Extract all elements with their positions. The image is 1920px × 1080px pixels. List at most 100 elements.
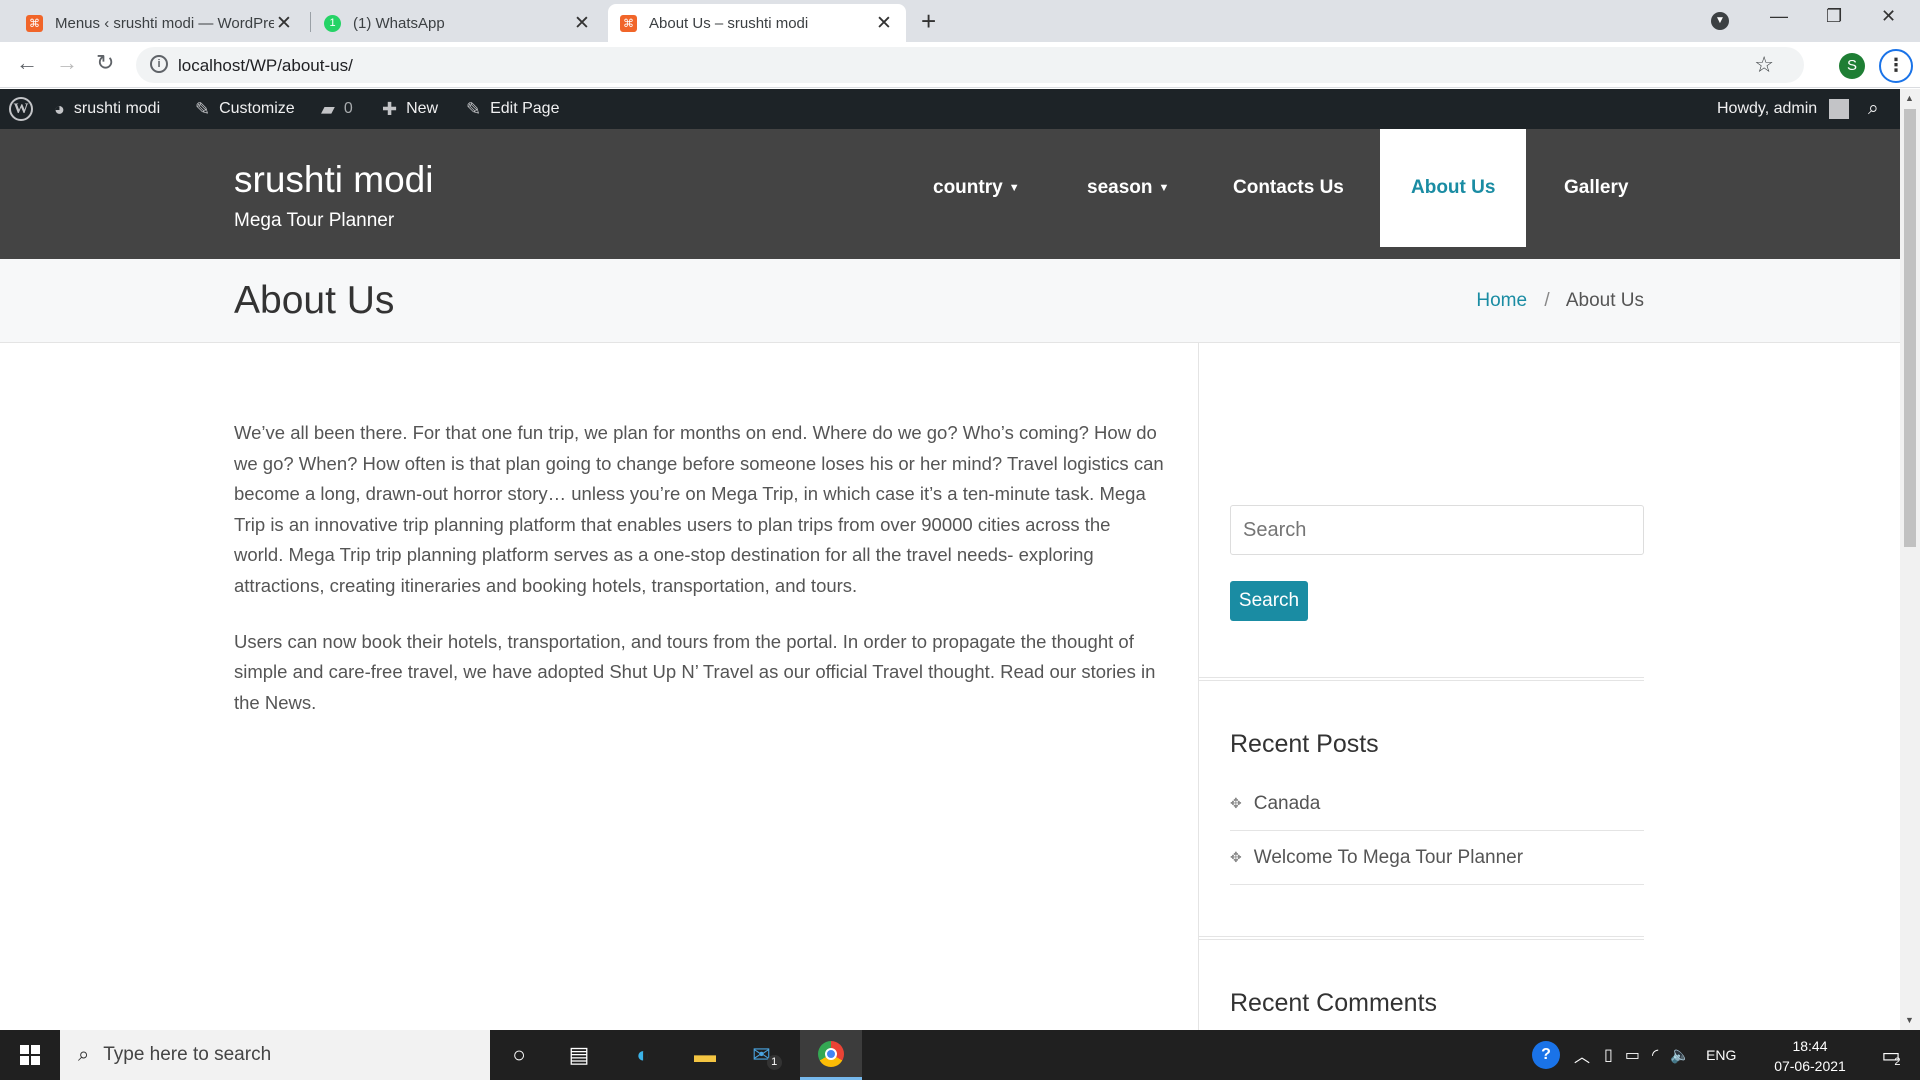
notifications-icon[interactable]: ▭ 2 <box>1862 1030 1920 1080</box>
battery-icon[interactable]: ▭ <box>1625 1045 1640 1065</box>
recent-posts-title: Recent Posts <box>1230 730 1379 758</box>
back-arrow-icon[interactable]: ← <box>16 50 38 76</box>
howdy-label: Howdy, admin <box>1717 100 1818 117</box>
menu-item-label: Gallery <box>1564 177 1629 198</box>
breadcrumb-home-link[interactable]: Home <box>1476 290 1527 311</box>
profile-avatar[interactable]: S <box>1839 53 1865 79</box>
taskbar-search-box[interactable]: ⌕ Type here to search <box>60 1030 490 1080</box>
pencil-icon: ✎ <box>466 98 482 119</box>
clock-date: 07-06-2021 <box>1774 1058 1846 1074</box>
windows-taskbar: ⌕ Type here to search ○ ▤ ◐ ▬ ✉ 1 ? ︿ ▯ ▭… <box>0 1030 1920 1080</box>
recent-post-item[interactable]: ✥ Canada <box>1230 777 1644 831</box>
wifi-icon[interactable]: ◜ <box>1652 1045 1658 1065</box>
taskbar-clock[interactable]: 18:44 07-06-2021 <box>1762 1036 1858 1076</box>
taskbar-search-placeholder: Type here to search <box>103 1044 272 1065</box>
forward-arrow-icon[interactable]: → <box>56 50 78 76</box>
tab-whatsapp[interactable]: 1 (1) WhatsApp ✕ <box>312 4 604 42</box>
page-scrollbar[interactable]: ▲ ▼ <box>1900 89 1920 1030</box>
menu-item-gallery[interactable]: Gallery <box>1564 129 1628 247</box>
tab-divider <box>310 12 311 32</box>
content-paragraph: We’ve all been there. For that one fun t… <box>234 422 1164 596</box>
device-icon[interactable]: ▯ <box>1604 1045 1613 1065</box>
edge-browser-icon[interactable]: ◐ <box>614 1030 672 1080</box>
address-bar[interactable]: i localhost/WP/about-us/ ☆ <box>136 47 1804 83</box>
scroll-up-arrow-icon[interactable]: ▲ <box>1905 93 1914 103</box>
site-title[interactable]: srushti modi <box>234 159 433 201</box>
admin-search-icon[interactable]: ⌕ <box>1868 89 1879 129</box>
recent-post-link[interactable]: Welcome To Mega Tour Planner <box>1254 847 1523 869</box>
wp-admin-bar: W ◕ srushti modi ✎ Customize ▰ 0 ✚ New ✎… <box>0 89 1900 129</box>
admin-customize[interactable]: ✎ Customize <box>195 89 295 129</box>
admin-account[interactable]: Howdy, admin <box>1717 89 1850 129</box>
menu-item-about-us[interactable]: About Us <box>1380 129 1527 247</box>
new-tab-plus-icon[interactable]: + <box>921 6 936 37</box>
admin-comments[interactable]: ▰ 0 <box>321 89 353 129</box>
search-input[interactable] <box>1230 505 1644 555</box>
tab-about-us[interactable]: ⌘ About Us – srushti modi ✕ <box>608 4 906 42</box>
close-icon[interactable]: ✕ <box>572 12 592 35</box>
bullet-icon: ✥ <box>1230 795 1242 811</box>
admin-edit-page[interactable]: ✎ Edit Page <box>466 89 559 129</box>
menu-item-label: About Us <box>1411 177 1496 198</box>
search-icon: ⌕ <box>78 1043 90 1066</box>
menu-item-label: season <box>1087 177 1153 198</box>
admin-customize-label: Customize <box>219 100 295 117</box>
breadcrumb: Home / About Us <box>1476 290 1644 312</box>
page-title: About Us <box>234 279 395 322</box>
volume-icon[interactable]: 🔈 <box>1670 1045 1690 1065</box>
menu-item-season[interactable]: season ▼ <box>1087 129 1169 247</box>
chrome-logo <box>818 1040 844 1067</box>
comment-bubble-icon: ▰ <box>321 98 335 119</box>
file-explorer-icon[interactable]: ▬ <box>676 1030 734 1080</box>
tab-search-icon[interactable]: ▼ <box>1711 12 1729 30</box>
tab-wordpress-menus[interactable]: ⌘ Menus ‹ srushti modi — WordPress ✕ <box>14 4 306 42</box>
clock-time: 18:44 <box>1792 1038 1828 1054</box>
whatsapp-favicon-icon: 1 <box>324 14 341 32</box>
mail-icon[interactable]: ✉ 1 <box>738 1030 796 1080</box>
tab-title: About Us – srushti modi <box>649 14 809 32</box>
tab-title: (1) WhatsApp <box>353 14 445 32</box>
bookmark-star-icon[interactable]: ☆ <box>1754 52 1774 78</box>
close-icon[interactable]: ✕ <box>274 12 294 35</box>
start-button[interactable] <box>0 1030 60 1080</box>
restore-icon[interactable]: ❐ <box>1826 6 1842 27</box>
language-indicator[interactable]: ENG <box>1706 1047 1736 1063</box>
admin-new[interactable]: ✚ New <box>382 89 438 129</box>
scrollbar-thumb[interactable] <box>1904 109 1916 547</box>
recent-post-item[interactable]: ✥ Welcome To Mega Tour Planner <box>1230 831 1644 885</box>
scroll-down-arrow-icon[interactable]: ▼ <box>1905 1015 1914 1025</box>
page-title-bar: About Us Home / About Us <box>0 259 1900 343</box>
search-button[interactable]: Search <box>1230 581 1308 621</box>
dashboard-icon: ◕ <box>54 98 65 119</box>
show-hidden-icons-chevron-icon[interactable]: ︿ <box>1574 1043 1590 1067</box>
task-view-icon[interactable]: ▤ <box>550 1030 608 1080</box>
admin-site-name[interactable]: ◕ srushti modi <box>54 89 160 129</box>
minimize-icon[interactable]: — <box>1770 6 1788 27</box>
widget-divider <box>1198 677 1644 681</box>
wp-logo-button[interactable]: W <box>9 89 33 129</box>
caret-down-icon: ▼ <box>1008 182 1020 194</box>
windows-logo-icon <box>20 1045 40 1065</box>
browser-menu-icon[interactable]: ⋮ <box>1879 49 1913 83</box>
cortana-icon[interactable]: ○ <box>490 1030 548 1080</box>
admin-site-name-label: srushti modi <box>73 100 161 117</box>
widget-divider <box>1198 936 1644 940</box>
breadcrumb-separator: / <box>1544 290 1550 311</box>
main-content: We’ve all been there. For that one fun t… <box>234 418 1164 743</box>
window-close-icon[interactable]: ✕ <box>1881 6 1896 27</box>
content-paragraph: Users can now book their hotels, transpo… <box>234 630 1156 713</box>
chrome-icon[interactable] <box>800 1030 862 1080</box>
help-icon[interactable]: ? <box>1532 1041 1560 1069</box>
menu-item-country[interactable]: country ▼ <box>933 129 1020 247</box>
menu-item-contacts-us[interactable]: Contacts Us <box>1233 129 1344 247</box>
reload-icon[interactable]: ↻ <box>96 50 114 76</box>
xampp-favicon-icon: ⌘ <box>26 14 43 32</box>
url-text[interactable]: localhost/WP/about-us/ <box>178 56 353 76</box>
recent-post-link[interactable]: Canada <box>1254 793 1321 815</box>
close-icon[interactable]: ✕ <box>874 12 894 35</box>
comment-count: 0 <box>343 100 353 117</box>
site-header: srushti modi Mega Tour Planner country ▼… <box>0 129 1900 259</box>
menu-item-label: country <box>933 177 1003 198</box>
site-info-icon[interactable]: i <box>150 55 168 73</box>
page-viewport: W ◕ srushti modi ✎ Customize ▰ 0 ✚ New ✎… <box>0 89 1900 1030</box>
